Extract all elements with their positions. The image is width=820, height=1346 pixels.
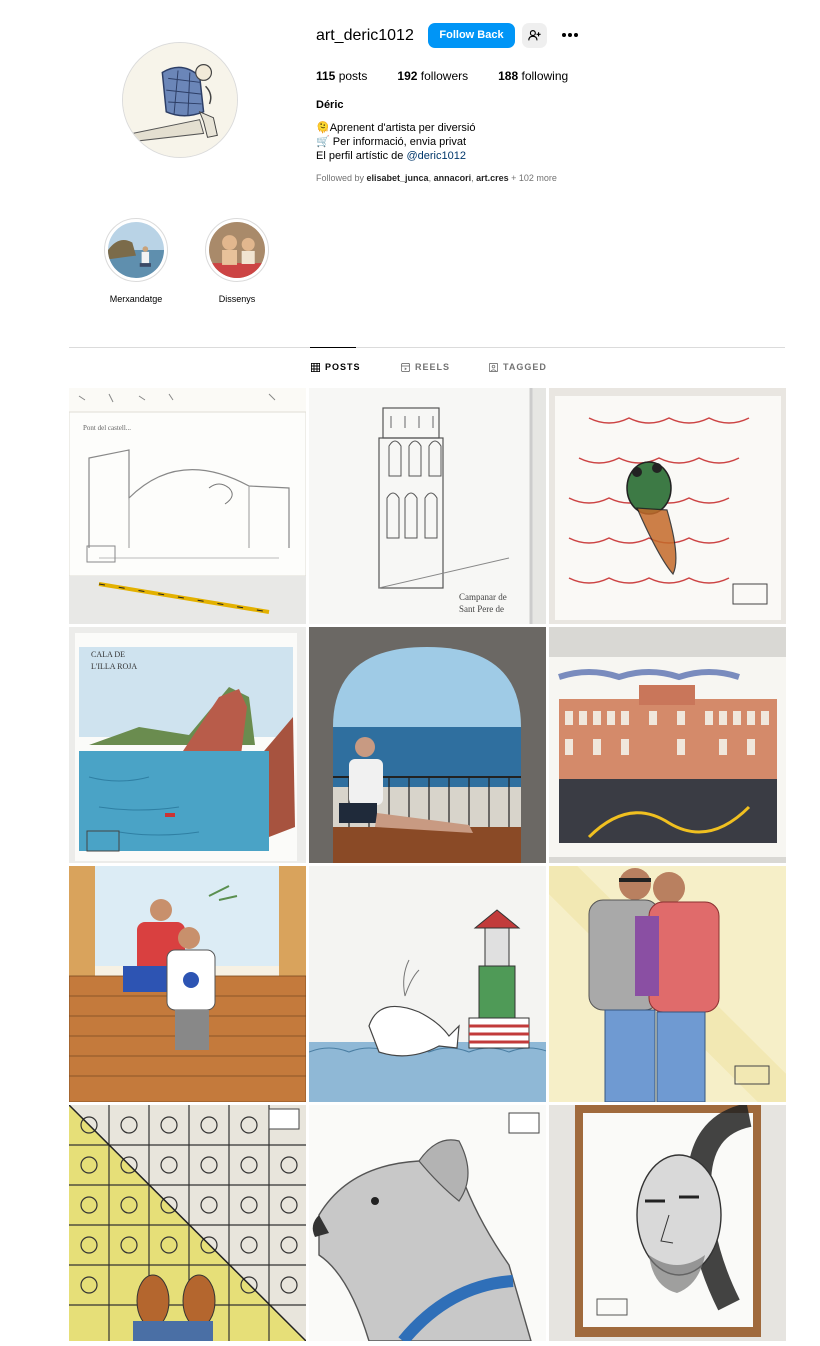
- profile-tabs: POSTS REELS TAGGED: [0, 362, 820, 376]
- post-image: Campanar de Sant Pere de: [309, 388, 546, 624]
- svg-text:CALA DE: CALA DE: [91, 650, 125, 659]
- post-tile[interactable]: Pont del castell...: [69, 388, 306, 624]
- follow-back-button[interactable]: Follow Back: [428, 23, 515, 48]
- tab-posts[interactable]: POSTS: [311, 362, 361, 372]
- following-stat[interactable]: 188 following: [498, 69, 568, 83]
- highlight-label: Merxandatge: [109, 294, 163, 304]
- tab-reels[interactable]: REELS: [401, 362, 450, 372]
- shopping-cart-icon: 🛒: [316, 136, 330, 148]
- profile-stats: 115 posts 192 followers 188 following: [316, 69, 598, 83]
- post-image: [549, 388, 786, 624]
- svg-text:Pont del castell...: Pont del castell...: [83, 424, 131, 432]
- followed-by[interactable]: Followed by elisabet_junca, annacori, ar…: [316, 173, 557, 183]
- profile-username: art_deric1012: [316, 27, 414, 44]
- post-image: [309, 866, 546, 1102]
- post-tile[interactable]: [549, 1105, 786, 1341]
- post-image: [309, 627, 546, 863]
- active-tab-indicator: [310, 347, 356, 348]
- post-image: [69, 866, 306, 1102]
- followed-by-user[interactable]: annacori: [434, 173, 472, 183]
- posts-stat: 115 posts: [316, 69, 367, 83]
- suggested-accounts-button[interactable]: [522, 23, 547, 48]
- post-tile[interactable]: [309, 866, 546, 1102]
- following-label: following: [521, 69, 569, 83]
- svg-text:Sant Pere de: Sant Pere de: [459, 604, 504, 614]
- followers-stat[interactable]: 192 followers: [397, 69, 468, 83]
- highlight-merxandatge[interactable]: Merxandatge: [96, 218, 176, 304]
- post-tile[interactable]: [309, 1105, 546, 1341]
- followed-by-user[interactable]: elisabet_junca: [367, 173, 429, 183]
- person-add-icon: [528, 30, 541, 41]
- post-tile[interactable]: [549, 388, 786, 624]
- post-tile[interactable]: CALA DE L'ILLA ROJA: [69, 627, 306, 863]
- grid-icon: [311, 362, 320, 372]
- following-count: 188: [498, 69, 519, 83]
- more-options-button[interactable]: [558, 27, 582, 43]
- post-image: Pont del castell...: [69, 388, 306, 624]
- bio-line-2: 🛒 Per informació, envia privat: [316, 136, 467, 148]
- followed-by-user[interactable]: art.cres: [476, 173, 509, 183]
- highlight-cover: [209, 222, 265, 278]
- tab-tagged[interactable]: TAGGED: [489, 362, 547, 372]
- svg-text:Campanar de: Campanar de: [459, 592, 507, 602]
- posts-grid: Pont del castell... Campanar de Sant Per…: [69, 388, 786, 1341]
- highlight-ring: [205, 218, 269, 282]
- highlight-dissenys[interactable]: Dissenys: [197, 218, 277, 304]
- highlight-label: Dissenys: [218, 294, 256, 304]
- post-tile[interactable]: [69, 1105, 306, 1341]
- tabs-divider: [69, 347, 785, 348]
- post-tile[interactable]: [69, 866, 306, 1102]
- more-horizontal-icon: [562, 33, 578, 37]
- highlight-cover: [108, 222, 164, 278]
- post-tile[interactable]: [309, 627, 546, 863]
- bio-mention-link[interactable]: @deric1012: [406, 150, 465, 162]
- post-image: [549, 627, 786, 863]
- reels-icon: [401, 362, 410, 372]
- post-tile[interactable]: [549, 627, 786, 863]
- bio-line-1: 🫠Aprenent d'artista per diversió: [316, 122, 476, 134]
- posts-label: posts: [338, 69, 368, 83]
- bio-line-3: El perfil artístic de @deric1012: [316, 150, 466, 162]
- post-image: [69, 1105, 306, 1341]
- post-image: [309, 1105, 546, 1341]
- post-image: [549, 1105, 786, 1341]
- post-tile[interactable]: Campanar de Sant Pere de: [309, 388, 546, 624]
- followers-count: 192: [397, 69, 418, 83]
- post-image: CALA DE L'ILLA ROJA: [69, 627, 306, 863]
- followers-label: followers: [420, 69, 469, 83]
- profile-full-name: Déric: [316, 99, 344, 111]
- post-image: [549, 866, 786, 1102]
- highlight-ring: [104, 218, 168, 282]
- svg-text:L'ILLA ROJA: L'ILLA ROJA: [91, 662, 137, 671]
- posts-count: 115: [316, 69, 336, 83]
- melting-face-icon: 🫠: [316, 122, 330, 134]
- profile-bio: 🫠Aprenent d'artista per diversió 🛒 Per i…: [316, 121, 476, 163]
- tagged-icon: [489, 362, 498, 372]
- post-tile[interactable]: [549, 866, 786, 1102]
- profile-avatar[interactable]: [122, 42, 238, 158]
